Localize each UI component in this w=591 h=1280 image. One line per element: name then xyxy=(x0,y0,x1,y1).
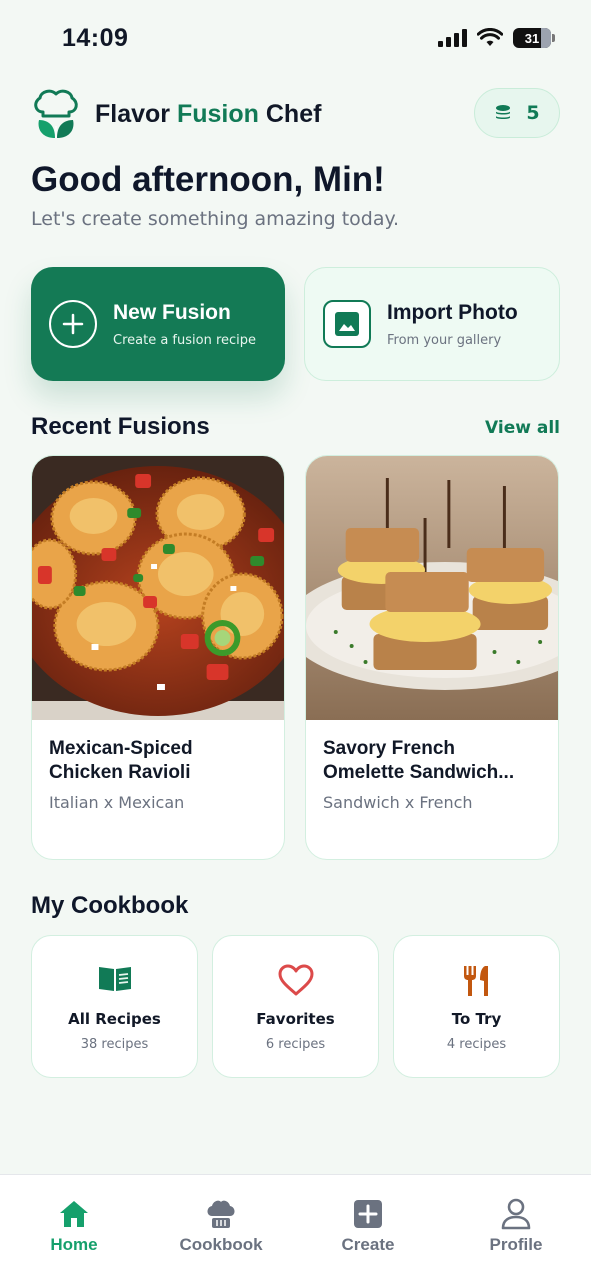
recipe-tags: Sandwich x French xyxy=(323,793,473,812)
import-photo-button[interactable]: Import Photo From your gallery xyxy=(304,267,560,381)
view-all-link[interactable]: View all xyxy=(485,418,560,438)
cookbook-heading: My Cookbook xyxy=(31,892,189,919)
recipe-name: Mexican-Spiced Chicken Ravioli xyxy=(49,738,193,783)
chef-hat-leaf-icon xyxy=(34,89,78,138)
tab-label: Home xyxy=(50,1235,98,1254)
heart-icon xyxy=(278,964,313,996)
tab-create[interactable]: Create xyxy=(313,1197,423,1255)
import-photo-subtitle: From your gallery xyxy=(387,332,502,348)
app-header: Flavor Fusion Chef 5 xyxy=(31,88,560,140)
tab-label: Cookbook xyxy=(179,1235,263,1254)
import-photo-title: Import Photo xyxy=(387,300,518,324)
app-title: Flavor Fusion Chef xyxy=(95,99,322,128)
wifi-icon xyxy=(477,28,503,46)
app-title-accent: Fusion xyxy=(176,99,259,128)
cookbook-tile-favorites[interactable]: Favorites 6 recipes xyxy=(212,935,379,1078)
status-bar: 14:09 31 xyxy=(0,0,591,80)
plus-circle-icon xyxy=(49,300,97,348)
book-icon xyxy=(98,967,131,991)
image-icon xyxy=(323,300,371,348)
coin-stack-icon xyxy=(496,105,511,119)
recipe-name: Savory French Omelette Sandwich... xyxy=(323,738,515,783)
new-fusion-title: New Fusion xyxy=(113,300,231,324)
plus-square-icon xyxy=(354,1200,382,1228)
tab-bar: Home Cookbook Create Profile xyxy=(0,1174,591,1280)
credits-badge[interactable]: 5 xyxy=(474,88,560,138)
tab-label: Create xyxy=(341,1235,395,1254)
cookbook-tile-to-try[interactable]: To Try 4 recipes xyxy=(393,935,560,1078)
cellular-signal-icon xyxy=(438,29,467,47)
tile-count: 4 recipes xyxy=(446,1037,507,1052)
tile-label: To Try xyxy=(451,1010,502,1028)
tile-label: Favorites xyxy=(256,1010,335,1028)
tab-home[interactable]: Home xyxy=(19,1197,129,1255)
recipe-photo-omelette-sandwich xyxy=(306,456,558,720)
home-icon xyxy=(60,1201,88,1227)
recent-fusions-heading: Recent Fusions xyxy=(31,413,210,440)
recipe-photo-ravioli xyxy=(32,456,284,720)
recipe-tags: Italian x Mexican xyxy=(49,793,185,812)
cookbook-tile-all-recipes[interactable]: All Recipes 38 recipes xyxy=(31,935,198,1078)
new-fusion-button[interactable]: New Fusion Create a fusion recipe xyxy=(31,267,285,381)
tile-count: 6 recipes xyxy=(265,1037,326,1052)
status-icons: 31 xyxy=(438,28,555,48)
user-icon xyxy=(501,1198,531,1230)
greeting-subtitle: Let's create something amazing today. xyxy=(31,208,400,230)
chef-hat-icon xyxy=(207,1200,235,1228)
status-time: 14:09 xyxy=(62,24,129,52)
battery-level: 31 xyxy=(524,30,540,46)
new-fusion-subtitle: Create a fusion recipe xyxy=(113,332,257,348)
tab-label: Profile xyxy=(489,1235,543,1254)
tab-cookbook[interactable]: Cookbook xyxy=(166,1197,276,1255)
greeting-title: Good afternoon, Min! xyxy=(31,160,385,199)
tab-profile[interactable]: Profile xyxy=(461,1197,571,1255)
tile-count: 38 recipes xyxy=(80,1037,149,1052)
fork-knife-icon xyxy=(463,966,488,996)
tile-label: All Recipes xyxy=(68,1010,161,1028)
credits-count: 5 xyxy=(526,102,540,124)
recipe-card[interactable]: Savory French Omelette Sandwich... Sandw… xyxy=(305,455,559,860)
battery-icon: 31 xyxy=(513,28,555,48)
recipe-card[interactable]: Mexican-Spiced Chicken Ravioli Italian x… xyxy=(31,455,285,860)
